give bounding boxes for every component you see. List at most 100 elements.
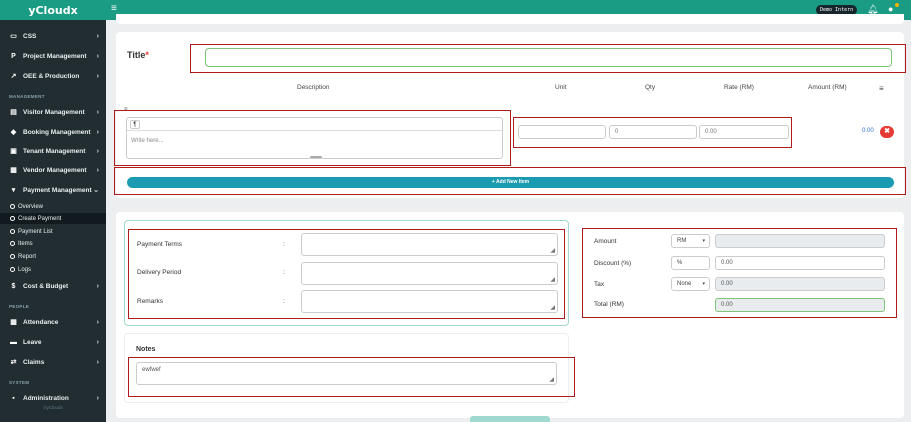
- building-icon: ▣: [10, 148, 17, 155]
- payment-terms-input[interactable]: ◢: [301, 233, 558, 256]
- drag-handle-icon[interactable]: ≡: [124, 107, 128, 113]
- editor-toolbar: ¶: [127, 118, 502, 131]
- sidebar-item-label: Booking Management: [23, 128, 91, 136]
- add-item-label: Add New Item: [496, 179, 530, 185]
- tax-input: 0.00: [715, 277, 885, 291]
- sidebar-item-booking-management[interactable]: ◆ Booking Management ›: [0, 123, 106, 141]
- remarks-label: Remarks: [137, 298, 164, 305]
- amount-input[interactable]: [715, 234, 885, 248]
- notification-dot: [895, 3, 899, 7]
- chart-icon: ↗: [10, 73, 17, 80]
- sidebar-sub-label: Items: [18, 240, 33, 247]
- chevron-right-icon: ›: [96, 108, 99, 116]
- currency-select[interactable]: RM ▾: [671, 234, 710, 248]
- chevron-right-icon: ›: [96, 338, 99, 346]
- amount-value: 0.00: [862, 128, 874, 134]
- sidebar-item-oee-production[interactable]: ↗ OEE & Production ›: [0, 67, 106, 85]
- arrows-icon: ⇄: [10, 359, 17, 366]
- sidebar-item-vendor-management[interactable]: ▦ Vendor Management ›: [0, 161, 106, 179]
- sidebar-item-attendance[interactable]: ▦ Attendance ›: [0, 313, 106, 331]
- sidebar-item-label: Visitor Management: [23, 108, 85, 116]
- paragraph-icon[interactable]: ¶: [130, 120, 140, 129]
- qty-input[interactable]: 0: [609, 125, 697, 139]
- discount-input[interactable]: 0.00: [715, 256, 885, 270]
- sidebar-sub-items[interactable]: Items: [10, 238, 33, 249]
- resize-icon[interactable]: ◢: [549, 376, 554, 383]
- chevron-right-icon: ›: [96, 128, 99, 136]
- sidebar-sub-label: Create Payment: [18, 215, 62, 222]
- id-card-icon: ▤: [10, 109, 17, 116]
- notes-label: Notes: [136, 346, 156, 353]
- caret-down-icon: ▾: [702, 238, 705, 244]
- tag-icon: ◆: [10, 129, 17, 136]
- sidebar-item-label: OEE & Production: [23, 72, 80, 80]
- col-qty: Qty: [645, 84, 656, 91]
- currency-value: RM: [677, 238, 687, 244]
- calendar-icon: ▦: [10, 319, 17, 326]
- chevron-right-icon: ›: [96, 358, 99, 366]
- hamburger-icon[interactable]: ≡: [111, 4, 117, 14]
- sidebar-item-tenant-management[interactable]: ▣ Tenant Management ›: [0, 142, 106, 160]
- section-system: SYSTEM: [9, 380, 30, 385]
- unit-input[interactable]: [518, 125, 606, 139]
- sidebar-sub-create-payment[interactable]: Create Payment: [10, 213, 61, 224]
- sidebar-sub-logs[interactable]: Logs: [10, 264, 31, 275]
- sidebar-item-label: Project Management: [23, 52, 87, 60]
- resize-icon[interactable]: ◢: [550, 247, 555, 254]
- chevron-right-icon: ›: [96, 72, 99, 80]
- total-input: 0.00: [715, 298, 885, 312]
- sidebar-item-label: Tenant Management: [23, 147, 86, 155]
- circle-icon: [10, 216, 15, 221]
- sidebar-item-label: Leave: [23, 338, 42, 346]
- brand-logo[interactable]: yCloudx: [0, 0, 106, 20]
- delete-row-button[interactable]: ✖: [880, 126, 894, 138]
- chevron-right-icon: ›: [96, 166, 99, 174]
- sidebar-sub-report[interactable]: Report: [10, 251, 36, 262]
- section-management: MANAGEMENT: [9, 94, 45, 99]
- resize-icon[interactable]: ◢: [550, 304, 555, 311]
- sidebar-item-payment-management[interactable]: ▾ Payment Management ⌄: [0, 181, 106, 199]
- menu-icon[interactable]: ≡: [879, 84, 884, 93]
- sidebar-sub-label: Payment List: [18, 228, 53, 235]
- tax-select[interactable]: None ▾: [671, 277, 710, 291]
- sidebar-item-project-management[interactable]: P Project Management ›: [0, 47, 106, 65]
- sidebar-item-css[interactable]: ▭ CSS ›: [0, 27, 106, 45]
- user-icon[interactable]: ●: [888, 4, 893, 14]
- tax-option: None: [677, 281, 692, 287]
- sidebar-item-claims[interactable]: ⇄ Claims ›: [0, 353, 106, 371]
- sidebar-item-cost-budget[interactable]: $ Cost & Budget ›: [0, 277, 106, 295]
- cart-icon: ▾: [11, 187, 16, 194]
- card-top-stub: [116, 14, 904, 24]
- circle-icon: [10, 241, 15, 246]
- chevron-right-icon: ›: [96, 282, 99, 290]
- notes-input[interactable]: ewfwef ◢: [136, 362, 557, 385]
- circle-icon: [10, 267, 15, 272]
- sidebar-sub-overview[interactable]: Overview: [10, 201, 43, 212]
- delivery-period-label: Delivery Period: [137, 269, 182, 276]
- section-people: PEOPLE: [9, 304, 30, 309]
- description-editor[interactable]: ¶ Write here...: [126, 117, 503, 159]
- discount-label: Discount (%): [594, 260, 632, 267]
- dollar-icon: $: [11, 282, 16, 290]
- total-label: Total (RM): [594, 301, 624, 308]
- remarks-input[interactable]: ◢: [301, 290, 558, 313]
- colon: :: [283, 241, 285, 248]
- chevron-right-icon: ›: [96, 318, 99, 326]
- discount-unit: %: [671, 256, 710, 270]
- add-item-button[interactable]: + Add New Item: [127, 177, 894, 188]
- sidebar-sub-payment-list[interactable]: Payment List: [10, 226, 53, 237]
- resize-grip[interactable]: [310, 156, 322, 158]
- rate-input[interactable]: 0.00: [699, 125, 789, 139]
- editor-body[interactable]: Write here...: [127, 131, 502, 151]
- sidebar-item-visitor-management[interactable]: ▤ Visitor Management ›: [0, 103, 106, 121]
- resize-icon[interactable]: ◢: [550, 276, 555, 283]
- sidebar-footer: ©yCloudx: [43, 405, 63, 410]
- submit-button-edge[interactable]: [470, 416, 550, 422]
- tax-label: Tax: [594, 281, 605, 288]
- delivery-period-input[interactable]: ◢: [301, 262, 558, 285]
- title-input[interactable]: [205, 48, 892, 67]
- sidebar-item-leave[interactable]: ▬ Leave ›: [0, 333, 106, 351]
- notes-value: ewfwef: [142, 367, 161, 373]
- payment-terms-label: Payment Terms: [137, 241, 183, 248]
- sidebar-item-label: Payment Management: [23, 186, 92, 194]
